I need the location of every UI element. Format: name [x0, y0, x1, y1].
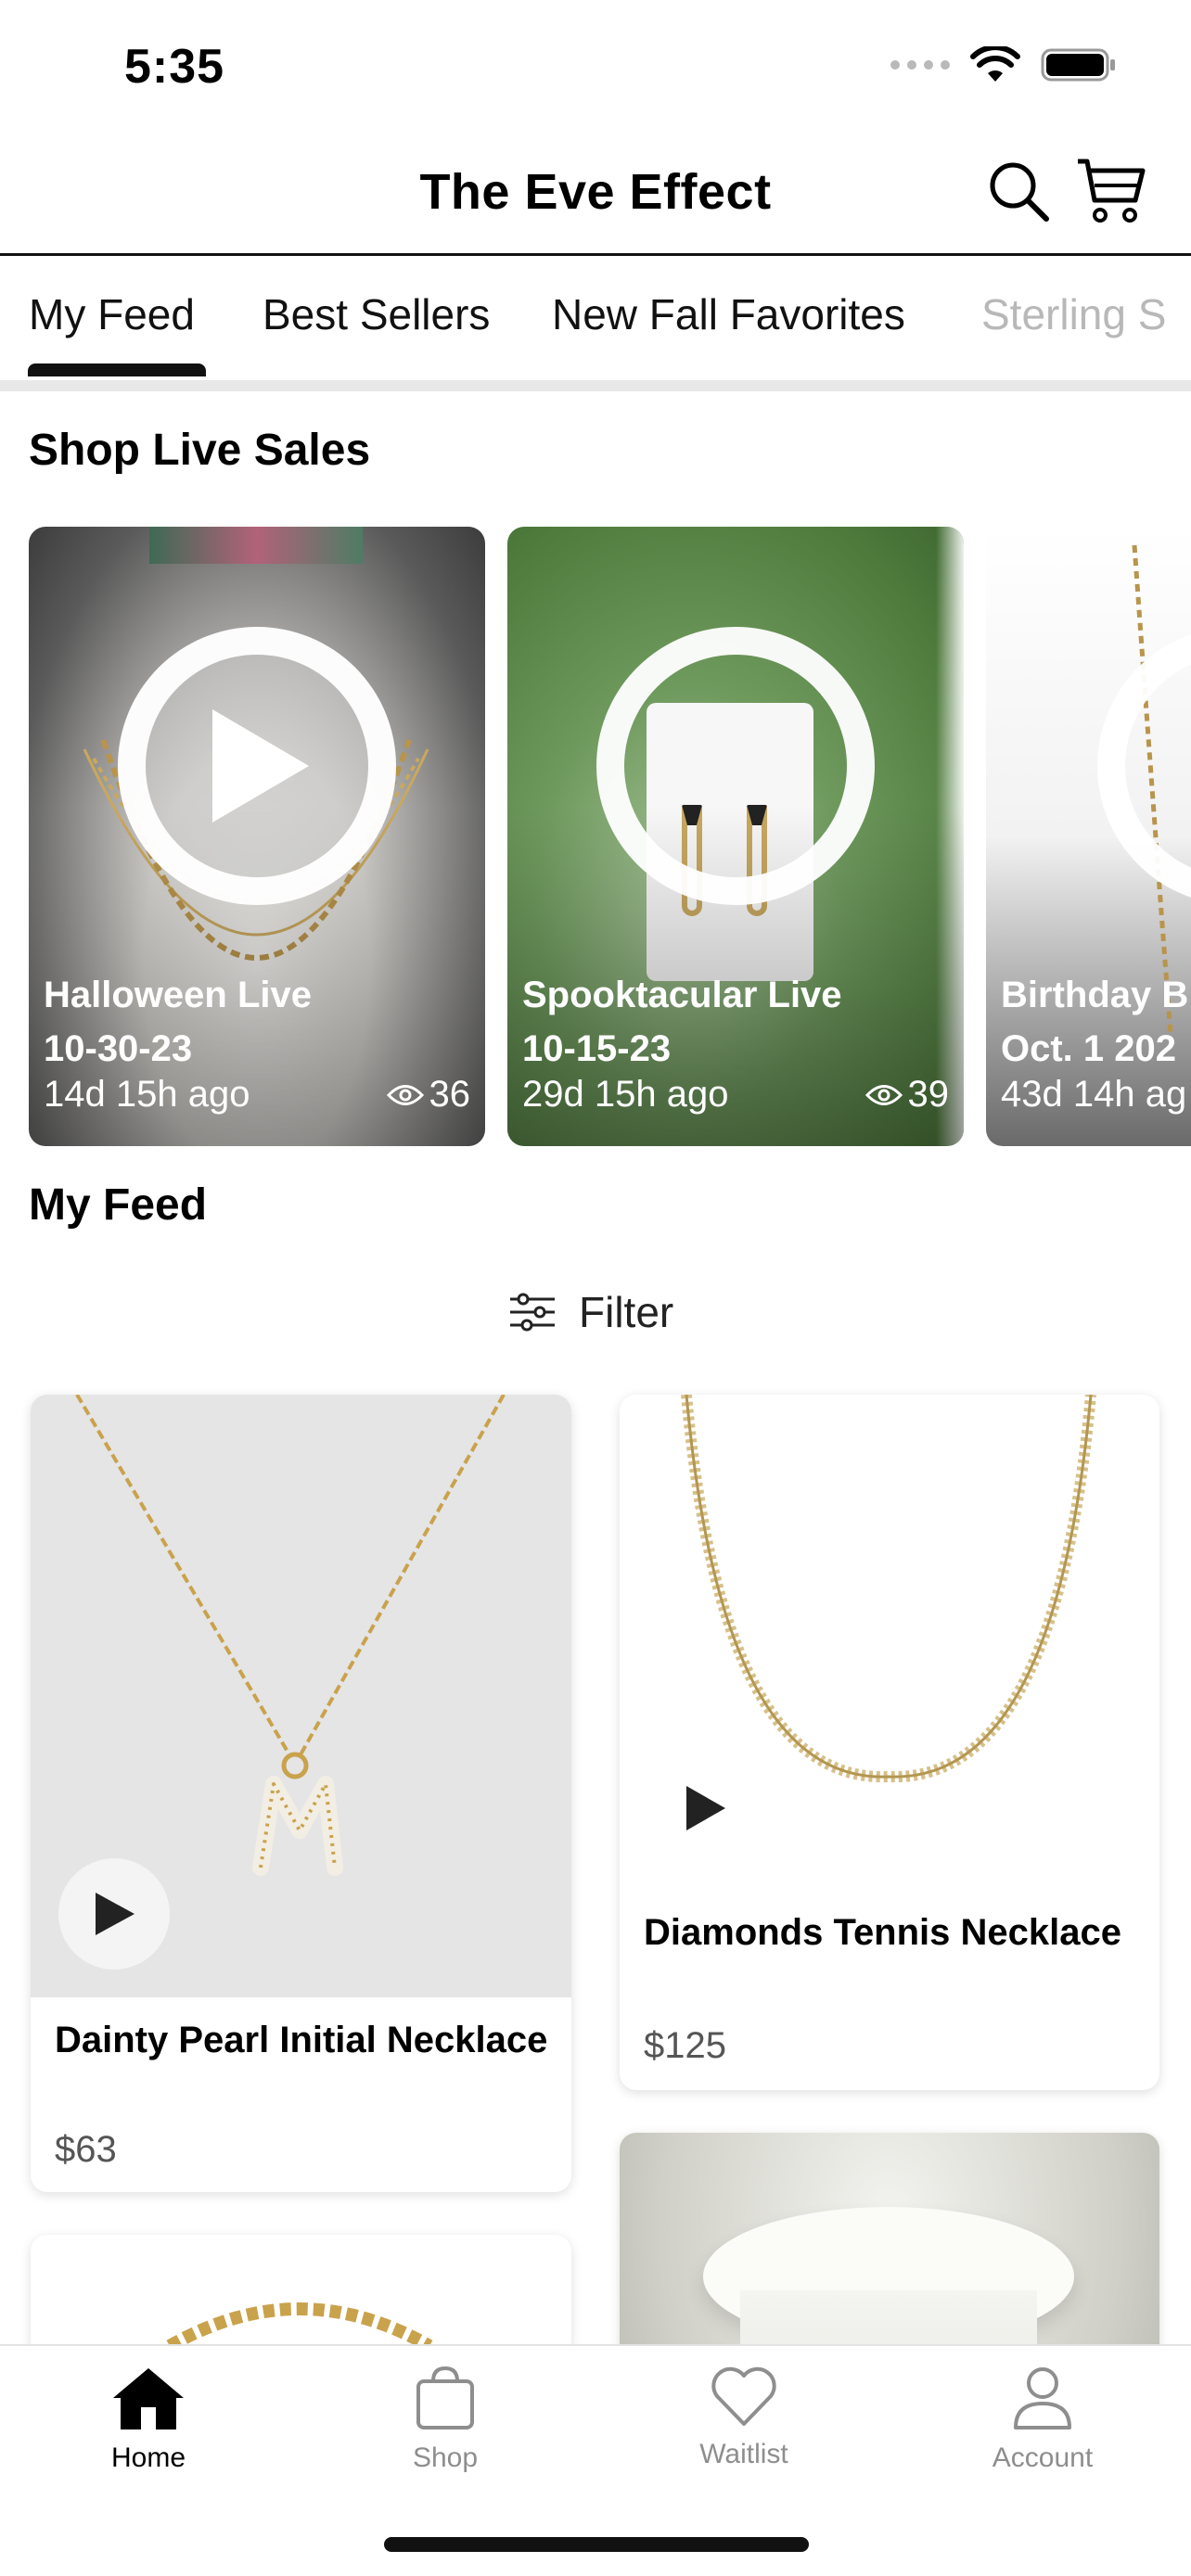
tabs-divider — [0, 380, 1191, 391]
signal-icon — [890, 60, 950, 70]
product-price: $125 — [644, 2025, 726, 2066]
live-sale-card[interactable]: Spooktacular Live 10-15-23 29d 15h ago 3… — [507, 527, 964, 1146]
play-button[interactable] — [118, 627, 396, 905]
live-sale-ago: 43d 14h ag — [1001, 1074, 1187, 1115]
tab-best-sellers[interactable]: Best Sellers — [263, 289, 490, 339]
filter-label: Filter — [579, 1288, 674, 1336]
nav-waitlist-label: Waitlist — [699, 2439, 788, 2469]
app-header: The Eve Effect — [0, 130, 1191, 256]
live-sale-ago: 14d 15h ago — [44, 1074, 250, 1115]
play-button[interactable] — [596, 627, 875, 905]
product-price: $63 — [55, 2129, 117, 2170]
home-icon — [113, 2368, 184, 2429]
section-title-live: Shop Live Sales — [29, 426, 371, 475]
tab-active-indicator — [28, 363, 206, 376]
product-card[interactable]: Dainty Pearl Initial Necklace $63 — [31, 1395, 571, 2192]
view-count: 36 — [386, 1074, 470, 1116]
status-time: 5:35 — [124, 40, 225, 94]
product-card[interactable]: Diamonds Tennis Necklace $125 — [620, 1395, 1159, 2090]
live-sale-title: Birthday B Oct. 1 202 — [1001, 975, 1189, 1069]
nav-waitlist[interactable]: Waitlist — [651, 2365, 837, 2470]
live-sale-meta: 29d 15h ago 39 — [522, 1074, 949, 1116]
eye-icon — [864, 1084, 903, 1105]
play-icon — [96, 1893, 134, 1935]
tab-my-feed[interactable]: My Feed — [29, 289, 195, 339]
nav-account[interactable]: Account — [950, 2365, 1135, 2474]
live-sale-title: Spooktacular Live 10-15-23 — [522, 975, 842, 1069]
cart-button[interactable] — [1076, 156, 1146, 226]
product-name: Diamonds Tennis Necklace — [644, 1912, 1121, 1953]
section-title-feed: My Feed — [29, 1180, 208, 1230]
wifi-icon — [970, 46, 1020, 82]
live-sale-ago: 29d 15h ago — [522, 1074, 729, 1115]
live-sale-meta: 43d 14h ag — [1001, 1074, 1186, 1116]
home-indicator — [384, 2537, 809, 2552]
shopping-bag-icon — [416, 2366, 474, 2429]
live-sale-meta: 14d 15h ago 36 — [44, 1074, 470, 1116]
eye-icon — [386, 1084, 424, 1105]
nav-shop-label: Shop — [412, 2442, 479, 2473]
sliders-icon — [510, 1293, 555, 1332]
status-bar: 5:35 — [0, 0, 1191, 130]
search-button[interactable] — [983, 156, 1054, 226]
view-count: 39 — [864, 1074, 949, 1116]
nav-shop[interactable]: Shop — [352, 2365, 538, 2474]
play-icon[interactable] — [683, 1784, 727, 1832]
filter-button[interactable]: Filter — [508, 1287, 673, 1337]
cart-icon — [1078, 159, 1146, 223]
battery-icon — [1041, 48, 1115, 82]
status-icons — [890, 46, 1117, 83]
search-icon — [990, 162, 1049, 222]
tab-sterling[interactable]: Sterling S — [981, 289, 1166, 339]
nav-home[interactable]: Home — [56, 2365, 241, 2474]
video-play-button[interactable] — [58, 1858, 170, 1970]
nav-home-label: Home — [110, 2442, 186, 2473]
heart-icon — [711, 2366, 776, 2426]
live-sale-card[interactable]: Birthday B Oct. 1 202 43d 14h ag — [986, 527, 1191, 1146]
person-icon — [1014, 2367, 1071, 2429]
nav-account-label: Account — [992, 2442, 1094, 2473]
play-icon — [212, 709, 309, 823]
live-sale-title: Halloween Live 10-30-23 — [44, 975, 312, 1069]
product-name: Dainty Pearl Initial Necklace — [55, 2020, 548, 2060]
tab-new-fall-favorites[interactable]: New Fall Favorites — [552, 289, 905, 339]
product-image — [620, 1395, 1159, 1803]
live-sale-card[interactable]: Halloween Live 10-30-23 14d 15h ago 36 — [29, 527, 485, 1146]
category-tabs: My Feed Best Sellers New Fall Favorites … — [0, 256, 1191, 382]
